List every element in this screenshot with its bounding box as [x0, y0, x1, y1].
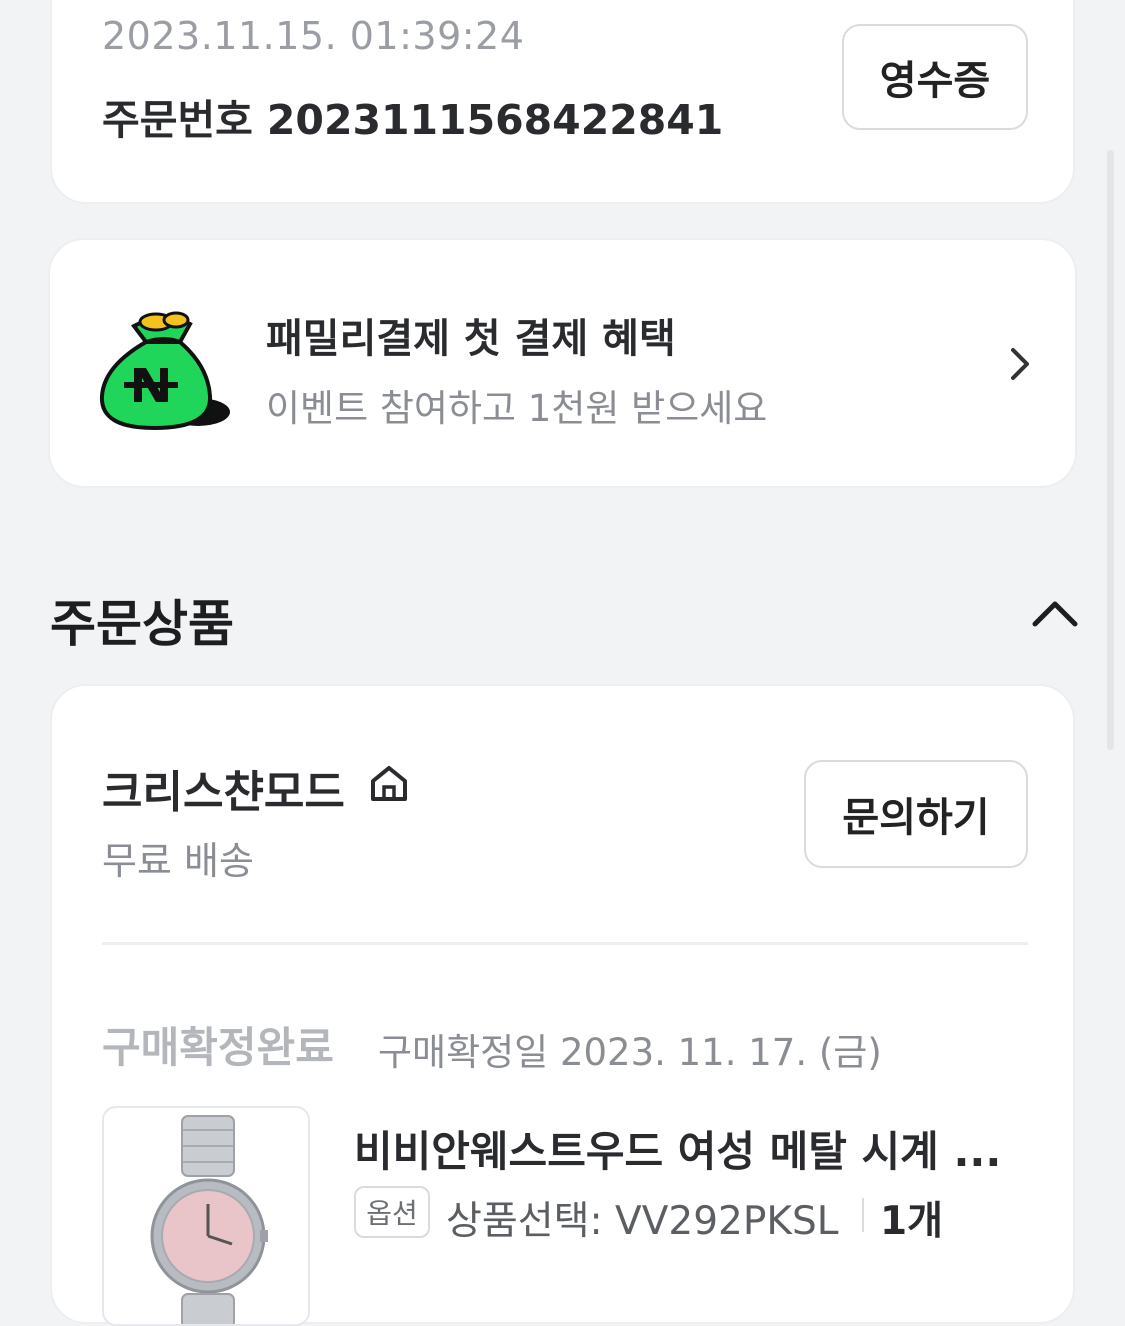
option-badge: 옵션	[354, 1186, 430, 1238]
confirm-date: 구매확정일 2023. 11. 17. (금)	[378, 1031, 882, 1074]
option-separator	[862, 1198, 864, 1232]
chevron-up-icon[interactable]	[1030, 596, 1080, 630]
shipping-info: 무료 배송	[102, 839, 254, 883]
inquiry-button[interactable]: 문의하기	[804, 760, 1028, 868]
event-banner[interactable]: 패밀리결제 첫 결제 혜택 이벤트 참여하고 1천원 받으세요	[48, 238, 1077, 488]
store-name[interactable]: 크리스챤모드	[102, 756, 345, 820]
product-thumbnail[interactable]	[102, 1106, 310, 1326]
product-quantity: 1개	[880, 1199, 944, 1244]
product-name[interactable]: 비비안웨스트우드 여성 메탈 시계 ...	[354, 1118, 1001, 1179]
order-number: 주문번호 2023111568422841	[102, 86, 723, 146]
receipt-button[interactable]: 영수증	[842, 24, 1028, 130]
order-datetime: 2023.11.15. 01:39:24	[102, 14, 525, 58]
order-info-card: 2023.11.15. 01:39:24 주문번호 202311156842284…	[50, 0, 1075, 204]
money-bag-icon	[99, 311, 230, 431]
scrollbar[interactable]	[1107, 150, 1114, 750]
order-number-label: 주문번호	[102, 96, 253, 144]
chevron-right-icon	[1011, 348, 1029, 380]
order-status: 구매확정완료	[102, 1023, 334, 1072]
home-icon[interactable]	[368, 762, 410, 804]
order-product-card: 크리스챤모드 무료 배송 문의하기 구매확정완료 구매확정일 2023. 11.…	[50, 684, 1075, 1326]
event-subtitle: 이벤트 참여하고 1천원 받으세요	[266, 387, 768, 430]
watch-image	[150, 1115, 268, 1324]
section-title: 주문상품	[50, 595, 234, 653]
order-number-value: 2023111568422841	[266, 96, 724, 144]
event-title: 패밀리결제 첫 결제 혜택	[266, 316, 676, 362]
divider	[102, 942, 1028, 945]
option-text: 상품선택: VV292PKSL	[446, 1199, 839, 1244]
